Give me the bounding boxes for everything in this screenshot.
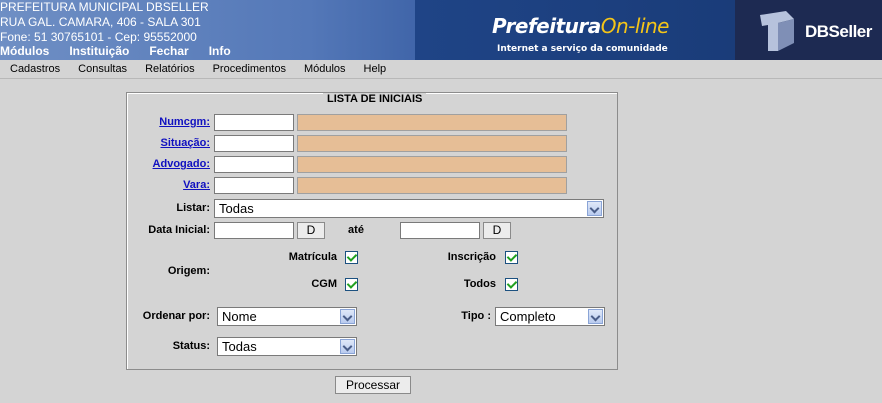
status-selected-value: Todas bbox=[222, 339, 257, 354]
header-menu-modulos[interactable]: Módulos bbox=[0, 44, 49, 58]
menu-bar: Cadastros Consultas Relatórios Procedime… bbox=[0, 60, 882, 79]
panel-legend: LISTA DE INICIAIS bbox=[323, 93, 427, 105]
inscricao-checkbox[interactable] bbox=[505, 251, 518, 264]
tipo-label: Tipo : bbox=[461, 310, 491, 322]
matricula-checkbox[interactable] bbox=[345, 251, 358, 264]
menu-procedimentos[interactable]: Procedimentos bbox=[213, 63, 286, 75]
menu-consultas[interactable]: Consultas bbox=[78, 63, 127, 75]
situacao-link[interactable]: Situação: bbox=[150, 137, 210, 149]
data-inicial-calendar-button[interactable]: D bbox=[297, 222, 325, 239]
data-inicial-label: Data Inicial: bbox=[148, 224, 210, 236]
vara-input[interactable] bbox=[214, 177, 294, 194]
origem-label: Origem: bbox=[167, 265, 210, 277]
advogado-name-field bbox=[297, 156, 567, 173]
cgm-label: CGM bbox=[311, 278, 337, 290]
ate-label: até bbox=[348, 224, 364, 236]
menu-modulos[interactable]: Módulos bbox=[304, 63, 346, 75]
listar-select[interactable]: Todas bbox=[214, 199, 604, 218]
header-menu-fechar[interactable]: Fechar bbox=[149, 44, 188, 58]
numcgm-link[interactable]: Numcgm: bbox=[150, 116, 210, 128]
institution-info: PREFEITURA MUNICIPAL DBSELLER RUA GAL. C… bbox=[0, 0, 209, 45]
ordenar-por-select[interactable]: Nome bbox=[217, 307, 357, 326]
brand-tagline: Internet a serviço da comunidade bbox=[497, 44, 668, 54]
vara-description-field bbox=[297, 177, 567, 194]
tipo-selected-value: Completo bbox=[500, 309, 556, 324]
chevron-down-icon[interactable] bbox=[340, 339, 355, 354]
todos-label: Todos bbox=[463, 278, 496, 290]
app-header: PREFEITURA MUNICIPAL DBSELLER RUA GAL. C… bbox=[0, 0, 882, 60]
vara-link[interactable]: Vara: bbox=[150, 179, 210, 191]
ordenar-por-label: Ordenar por: bbox=[142, 310, 210, 322]
institution-phone: Fone: 51 30765101 - Cep: 95552000 bbox=[0, 30, 197, 44]
advogado-link[interactable]: Advogado: bbox=[140, 158, 210, 170]
processar-button[interactable]: Processar bbox=[335, 376, 411, 394]
situacao-description-field bbox=[297, 135, 567, 152]
menu-relatorios[interactable]: Relatórios bbox=[145, 63, 195, 75]
inscricao-label: Inscrição bbox=[447, 251, 496, 263]
ordenar-selected-value: Nome bbox=[222, 309, 257, 324]
chevron-down-icon[interactable] bbox=[588, 309, 603, 324]
numcgm-input[interactable] bbox=[214, 114, 294, 131]
advogado-input[interactable] bbox=[214, 156, 294, 173]
numcgm-name-field bbox=[297, 114, 567, 131]
header-menu-info[interactable]: Info bbox=[209, 44, 231, 58]
situacao-input[interactable] bbox=[214, 135, 294, 152]
matricula-label: Matrícula bbox=[288, 251, 337, 263]
dbseller-logo-icon bbox=[760, 11, 794, 51]
todos-checkbox[interactable] bbox=[505, 278, 518, 291]
data-final-input[interactable] bbox=[400, 222, 480, 239]
data-inicial-input[interactable] bbox=[214, 222, 294, 239]
status-select[interactable]: Todas bbox=[217, 337, 357, 356]
prefeitura-online-logo: PrefeituraOn-line bbox=[492, 14, 669, 38]
tipo-select[interactable]: Completo bbox=[495, 307, 605, 326]
header-menu-instituicao[interactable]: Instituição bbox=[69, 44, 129, 58]
menu-help[interactable]: Help bbox=[364, 63, 387, 75]
listar-label: Listar: bbox=[176, 202, 210, 214]
dbseller-text: DBSeller bbox=[805, 22, 872, 41]
institution-address: RUA GAL. CAMARA, 406 - SALA 301 bbox=[0, 15, 201, 29]
institution-name: PREFEITURA MUNICIPAL DBSELLER bbox=[0, 0, 209, 14]
menu-cadastros[interactable]: Cadastros bbox=[10, 63, 60, 75]
data-final-calendar-button[interactable]: D bbox=[483, 222, 511, 239]
listar-selected-value: Todas bbox=[219, 201, 254, 216]
status-label: Status: bbox=[172, 340, 210, 352]
header-menu: Módulos Instituição Fechar Info bbox=[0, 44, 251, 58]
cgm-checkbox[interactable] bbox=[345, 278, 358, 291]
chevron-down-icon[interactable] bbox=[340, 309, 355, 324]
chevron-down-icon[interactable] bbox=[587, 201, 602, 216]
